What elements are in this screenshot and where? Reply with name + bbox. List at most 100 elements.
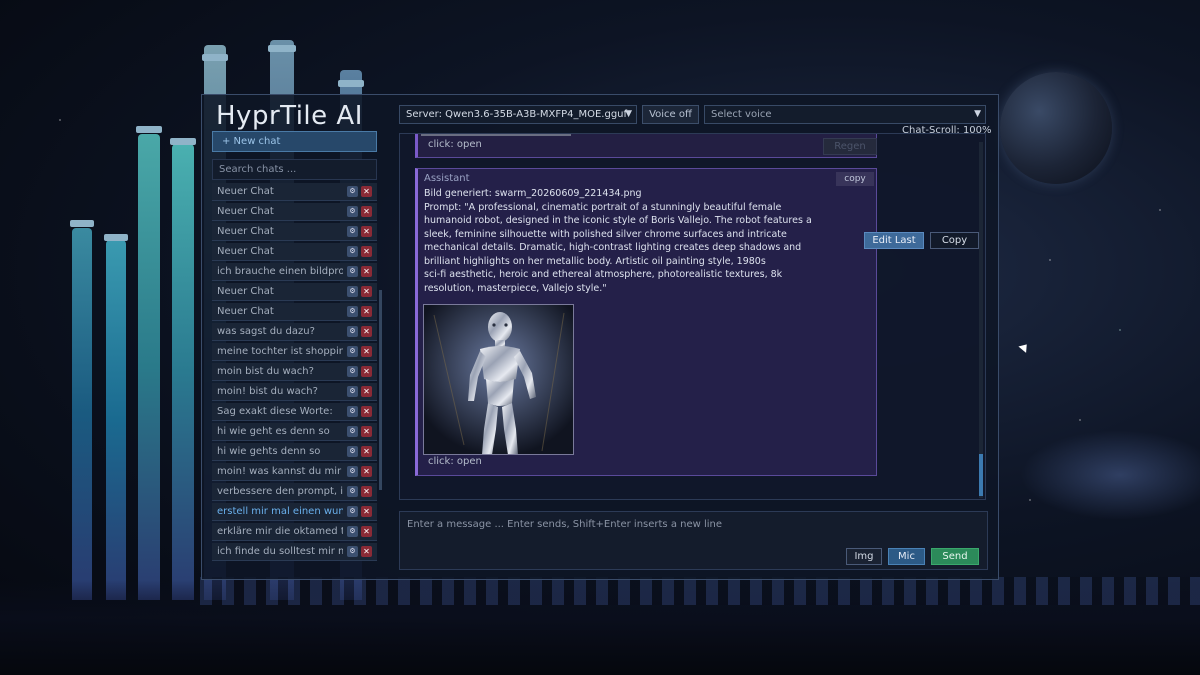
close-icon[interactable]: ✕ [361, 546, 372, 557]
copy-button[interactable]: Copy [930, 232, 979, 249]
close-icon[interactable]: ✕ [361, 326, 372, 337]
close-icon[interactable]: ✕ [361, 406, 372, 417]
gear-icon[interactable]: ⚙ [347, 466, 358, 477]
chat-list-item[interactable]: Sag exakt diese Worte: ⚙ ✕ [212, 403, 377, 421]
wallpaper-bar [72, 228, 92, 600]
sidebar-scrollbar[interactable] [379, 290, 382, 490]
chat-list-item-label: verbessere den prompt, ir [217, 486, 343, 497]
gear-icon[interactable]: ⚙ [347, 546, 358, 557]
wallpaper-bar [172, 144, 194, 600]
close-icon[interactable]: ✕ [361, 246, 372, 257]
server-select[interactable]: Server: Qwen3.6-35B-A3B-MXFP4_MOE.gguf ▼ [399, 105, 637, 124]
chat-list-item-label: was sagst du dazu? [217, 326, 315, 337]
message-prompt: Prompt: "A professional, cinematic portr… [424, 201, 812, 267]
gear-icon[interactable]: ⚙ [347, 486, 358, 497]
chat-list-item-label: erkläre mir die oktamed tr [217, 526, 343, 537]
chat-list-item[interactable]: was sagst du dazu? ⚙ ✕ [212, 323, 377, 341]
message-copy-button[interactable]: copy [836, 172, 874, 186]
click-open-hint: click: open [428, 139, 482, 150]
sidebar: HyprTile AI + New chat Search chats ... … [202, 95, 388, 579]
gear-icon[interactable]: ⚙ [347, 366, 358, 377]
chat-list-item-label: erstell mir mal einen wunc [217, 506, 343, 517]
new-chat-button[interactable]: + New chat [212, 131, 377, 152]
previous-image-thumbnail[interactable] [421, 134, 571, 136]
chat-list-item[interactable]: Neuer Chat ⚙ ✕ [212, 303, 377, 321]
chat-list-item[interactable]: moin bist du wach? ⚙ ✕ [212, 363, 377, 381]
chat-list-item[interactable]: Neuer Chat ⚙ ✕ [212, 243, 377, 261]
gear-icon[interactable]: ⚙ [347, 446, 358, 457]
close-icon[interactable]: ✕ [361, 506, 372, 517]
close-icon[interactable]: ✕ [361, 366, 372, 377]
close-icon[interactable]: ✕ [361, 206, 372, 217]
gear-icon[interactable]: ⚙ [347, 506, 358, 517]
message-body: Bild generiert: swarm_20260609_221434.pn… [424, 187, 816, 295]
regen-button[interactable]: Regen [823, 138, 877, 155]
chat-list-item[interactable]: verbessere den prompt, ir ⚙ ✕ [212, 483, 377, 501]
chat-scroll-track[interactable] [979, 142, 983, 498]
voice-select-placeholder: Select voice [711, 109, 772, 120]
close-icon[interactable]: ✕ [361, 306, 372, 317]
chat-list-item-label: meine tochter ist shoppin [217, 346, 343, 357]
chat-list-item[interactable]: meine tochter ist shoppin ⚙ ✕ [212, 343, 377, 361]
chat-list-item[interactable]: hi wie geht es denn so ⚙ ✕ [212, 423, 377, 441]
chat-list-item[interactable]: Neuer Chat ⚙ ✕ [212, 223, 377, 241]
gear-icon[interactable]: ⚙ [347, 266, 358, 277]
chat-list-item-label: Neuer Chat [217, 246, 274, 257]
close-icon[interactable]: ✕ [361, 466, 372, 477]
gear-icon[interactable]: ⚙ [347, 386, 358, 397]
close-icon[interactable]: ✕ [361, 286, 372, 297]
message-input-placeholder: Enter a message ... Enter sends, Shift+E… [407, 519, 723, 530]
edit-last-button[interactable]: Edit Last [864, 232, 924, 249]
chat-list-item[interactable]: erstell mir mal einen wunc ⚙ ✕ [212, 503, 377, 521]
gear-icon[interactable]: ⚙ [347, 406, 358, 417]
generated-image[interactable] [423, 304, 574, 455]
chat-list-item[interactable]: Neuer Chat ⚙ ✕ [212, 283, 377, 301]
chat-scrollbar-thumb[interactable] [979, 454, 983, 496]
gear-icon[interactable]: ⚙ [347, 206, 358, 217]
gear-icon[interactable]: ⚙ [347, 346, 358, 357]
chat-list-item[interactable]: ich brauche einen bildpron ⚙ ✕ [212, 263, 377, 281]
wallpaper-bar-cap [202, 54, 228, 61]
close-icon[interactable]: ✕ [361, 226, 372, 237]
click-open-hint: click: open [428, 456, 482, 467]
wallpaper-bar-cap [136, 126, 162, 133]
gear-icon[interactable]: ⚙ [347, 186, 358, 197]
chat-list-item[interactable]: moin! bist du wach? ⚙ ✕ [212, 383, 377, 401]
close-icon[interactable]: ✕ [361, 386, 372, 397]
gear-icon[interactable]: ⚙ [347, 326, 358, 337]
chat-list-item[interactable]: erkläre mir die oktamed tr ⚙ ✕ [212, 523, 377, 541]
gear-icon[interactable]: ⚙ [347, 226, 358, 237]
voice-toggle-button[interactable]: Voice off [642, 105, 699, 124]
wallpaper-bar [106, 240, 126, 600]
app-window: HyprTile AI + New chat Search chats ... … [201, 94, 999, 580]
message-role: Assistant [424, 173, 470, 184]
chat-list-item[interactable]: Neuer Chat ⚙ ✕ [212, 203, 377, 221]
close-icon[interactable]: ✕ [361, 486, 372, 497]
voice-select[interactable]: Select voice ▼ [704, 105, 986, 124]
mic-button[interactable]: Mic [888, 548, 925, 565]
chevron-down-icon: ▼ [625, 109, 632, 119]
close-icon[interactable]: ✕ [361, 526, 372, 537]
chat-list-item[interactable]: Neuer Chat ⚙ ✕ [212, 183, 377, 201]
chat-panel: click: open Regen Assistant copy Bild ge… [399, 133, 986, 500]
gear-icon[interactable]: ⚙ [347, 246, 358, 257]
close-icon[interactable]: ✕ [361, 346, 372, 357]
close-icon[interactable]: ✕ [361, 426, 372, 437]
search-chats-input[interactable]: Search chats ... [212, 159, 377, 180]
message-input[interactable]: Enter a message ... Enter sends, Shift+E… [399, 511, 988, 570]
chat-list-item-label: Neuer Chat [217, 306, 274, 317]
send-button[interactable]: Send [931, 548, 979, 565]
gear-icon[interactable]: ⚙ [347, 526, 358, 537]
chat-list-item[interactable]: ich finde du solltest mir m ⚙ ✕ [212, 543, 377, 561]
gear-icon[interactable]: ⚙ [347, 306, 358, 317]
chat-list-item[interactable]: hi wie gehts denn so ⚙ ✕ [212, 443, 377, 461]
close-icon[interactable]: ✕ [361, 186, 372, 197]
gear-icon[interactable]: ⚙ [347, 426, 358, 437]
assistant-message: Assistant copy Bild generiert: swarm_202… [415, 168, 877, 476]
nebula-glow [1020, 430, 1200, 520]
close-icon[interactable]: ✕ [361, 266, 372, 277]
chat-list-item[interactable]: moin! was kannst du mir (⚙ ✕ [212, 463, 377, 481]
image-button[interactable]: Img [846, 548, 882, 565]
close-icon[interactable]: ✕ [361, 446, 372, 457]
gear-icon[interactable]: ⚙ [347, 286, 358, 297]
